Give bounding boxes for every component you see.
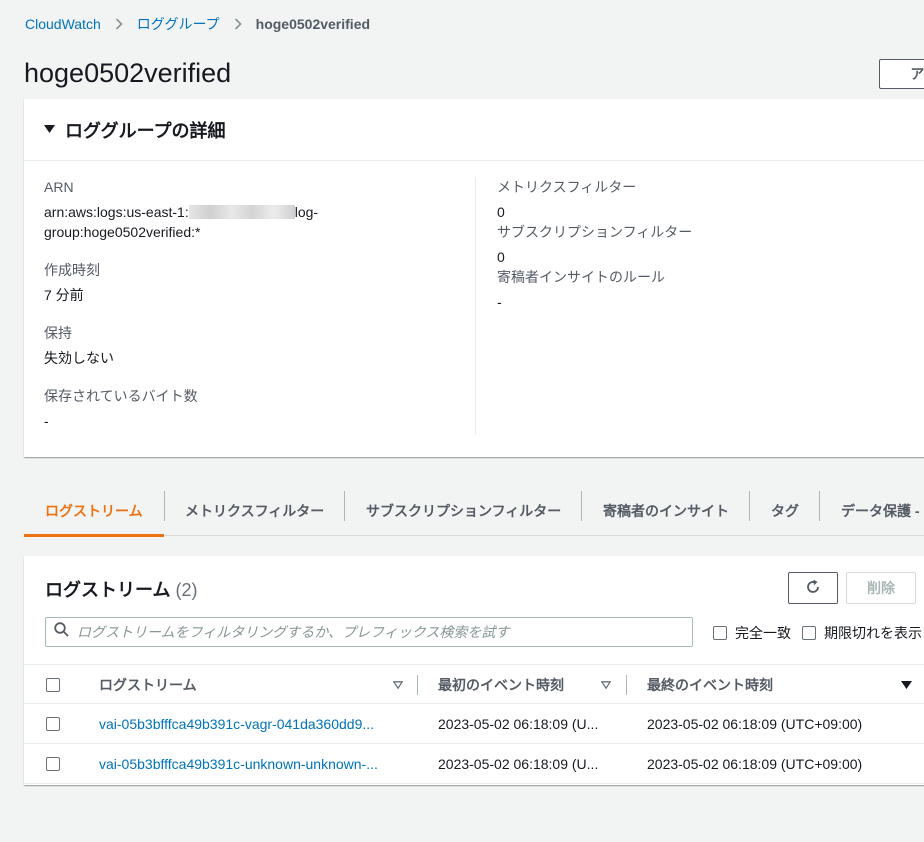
tab-tags[interactable]: タグ xyxy=(750,486,820,536)
metric-filters-value: 0 xyxy=(497,204,505,220)
chevron-right-icon xyxy=(234,18,242,30)
tab-label: メトリクスフィルター xyxy=(185,503,325,519)
redacted-account-id xyxy=(188,205,295,219)
breadcrumb-link-cloudwatch[interactable]: CloudWatch xyxy=(25,16,101,32)
table-header: ログストリーム 最初のイベント時刻 最終のイベント時刻 xyxy=(24,664,924,704)
metric-filters-label: メトリクスフィルター xyxy=(497,179,637,195)
tab-subscription-filters[interactable]: サブスクリプションフィルター xyxy=(345,486,582,536)
log-streams-panel: ログストリーム (2) 削除 完全一致 期限切れを表示 ログストリーム 最初 xyxy=(24,556,924,785)
delete-button[interactable]: 削除 xyxy=(846,572,916,604)
row-select-cell xyxy=(46,744,60,784)
breadcrumb-current: hoge0502verified xyxy=(255,16,371,32)
tab-bar: ログストリーム メトリクスフィルター サブスクリプションフィルター 寄稿者のイン… xyxy=(24,486,924,537)
log-group-details-panel: ロググループの詳細 ARN arn:aws:logs:us-east-1: log… xyxy=(24,99,924,457)
tab-metric-filters[interactable]: メトリクスフィルター xyxy=(164,486,345,536)
retention-field: 保持 失効しない xyxy=(44,323,474,368)
arn-prefix: arn:aws:logs:us-east-1: xyxy=(44,204,189,220)
column-header-label: ログストリーム xyxy=(99,677,197,693)
stored-bytes-field: 保存されているバイト数 - xyxy=(44,386,474,431)
page-title: hoge0502verified xyxy=(24,58,232,88)
stored-bytes-value: - xyxy=(44,413,49,429)
column-header-first-event[interactable]: 最初のイベント時刻 xyxy=(438,665,608,705)
exact-match-label: 完全一致 xyxy=(735,625,791,641)
show-expired-option[interactable]: 期限切れを表示 xyxy=(802,623,922,643)
breadcrumb-link-log-groups[interactable]: ロググループ xyxy=(137,14,220,34)
caret-down-icon xyxy=(44,124,55,136)
row-checkbox[interactable] xyxy=(46,757,60,771)
log-streams-count: (2) xyxy=(175,580,198,600)
column-header-label: 最終のイベント時刻 xyxy=(647,677,773,693)
exact-match-checkbox[interactable] xyxy=(713,626,727,640)
column-header-last-event[interactable]: 最終のイベント時刻 xyxy=(647,665,847,705)
table-row: vai-05b3bfffca49b391c-vagr-041da360dd9..… xyxy=(24,704,924,744)
table-row: vai-05b3bfffca49b391c-unknown-unknown-..… xyxy=(24,744,924,784)
tab-label: サブスクリプションフィルター xyxy=(366,503,562,519)
row-select-cell xyxy=(46,704,60,744)
select-all-cell xyxy=(46,665,60,705)
tab-label: タグ xyxy=(771,503,799,519)
arn-value: arn:aws:logs:us-east-1: log- group:hoge05… xyxy=(44,202,474,242)
last-event-time: 2023-05-02 06:18:09 (UTC+09:00) xyxy=(647,716,863,732)
chevron-right-icon xyxy=(115,18,123,30)
last-event-time: 2023-05-02 06:18:09 (UTC+09:00) xyxy=(647,756,863,772)
created-field: 作成時刻 7 分前 xyxy=(44,260,474,305)
sort-icon[interactable] xyxy=(393,665,403,705)
details-left-column: ARN arn:aws:logs:us-east-1: log- group:ho… xyxy=(44,177,474,449)
subscription-filters-value: 0 xyxy=(497,249,505,265)
show-expired-checkbox[interactable] xyxy=(802,626,816,640)
created-label: 作成時刻 xyxy=(44,262,100,278)
contributor-rules-value: - xyxy=(497,294,502,310)
details-right-column: メトリクスフィルター 0 サブスクリプションフィルター 0 寄稿者インサイトのル… xyxy=(497,177,924,312)
stored-bytes-label: 保存されているバイト数 xyxy=(44,388,198,404)
select-all-checkbox[interactable] xyxy=(46,678,60,692)
tab-data-protection[interactable]: データ保護 - xyxy=(820,486,924,536)
first-event-time: 2023-05-02 06:18:09 (U... xyxy=(438,716,599,732)
created-value: 7 分前 xyxy=(44,287,84,303)
column-header-log-stream[interactable]: ログストリーム xyxy=(99,665,404,705)
arn-suffix: log- xyxy=(294,204,319,220)
retention-label: 保持 xyxy=(44,325,72,341)
tab-label: 寄稿者のインサイト xyxy=(603,503,729,519)
actions-button[interactable]: アク xyxy=(879,59,924,89)
contributor-rules-label: 寄稿者インサイトのルール xyxy=(497,269,665,285)
tab-label: ログストリーム xyxy=(45,503,143,519)
column-divider xyxy=(475,177,476,435)
subscription-filters-label: サブスクリプションフィルター xyxy=(497,224,693,240)
column-divider xyxy=(417,675,418,695)
tab-label: データ保護 - xyxy=(841,503,920,519)
row-checkbox[interactable] xyxy=(46,717,60,731)
retention-value: 失効しない xyxy=(44,350,114,366)
search-icon xyxy=(54,622,69,642)
show-expired-label: 期限切れを表示 xyxy=(824,625,922,641)
search-box xyxy=(45,617,693,647)
details-heading: ロググループの詳細 xyxy=(65,120,226,141)
refresh-icon xyxy=(805,579,821,598)
arn-line2: group:hoge0502verified:* xyxy=(44,224,201,240)
details-header-toggle[interactable]: ロググループの詳細 xyxy=(24,99,924,161)
tab-contributor-insights[interactable]: 寄稿者のインサイト xyxy=(582,486,750,536)
arn-field: ARN arn:aws:logs:us-east-1: log- group:ho… xyxy=(44,177,474,242)
refresh-button[interactable] xyxy=(788,572,838,604)
log-streams-title: ログストリーム xyxy=(45,580,171,600)
exact-match-option[interactable]: 完全一致 xyxy=(713,623,791,643)
sort-descending-icon[interactable] xyxy=(901,665,912,705)
arn-label: ARN xyxy=(44,179,74,195)
tab-log-streams[interactable]: ログストリーム xyxy=(24,486,165,537)
breadcrumb: CloudWatch ロググループ hoge0502verified xyxy=(25,14,370,34)
contributor-rules-field: 寄稿者インサイトのルール - xyxy=(497,267,924,312)
subscription-filters-field: サブスクリプションフィルター 0 xyxy=(497,222,924,267)
log-stream-link[interactable]: vai-05b3bfffca49b391c-vagr-041da360dd9..… xyxy=(99,704,399,744)
log-stream-link[interactable]: vai-05b3bfffca49b391c-unknown-unknown-..… xyxy=(99,744,399,784)
log-streams-heading: ログストリーム (2) xyxy=(45,576,197,602)
metric-filters-field: メトリクスフィルター 0 xyxy=(497,177,924,222)
sort-icon[interactable] xyxy=(601,665,611,705)
first-event-time: 2023-05-02 06:18:09 (U... xyxy=(438,756,599,772)
column-divider xyxy=(626,675,627,695)
column-header-label: 最初のイベント時刻 xyxy=(438,677,564,693)
search-input[interactable] xyxy=(77,624,692,640)
